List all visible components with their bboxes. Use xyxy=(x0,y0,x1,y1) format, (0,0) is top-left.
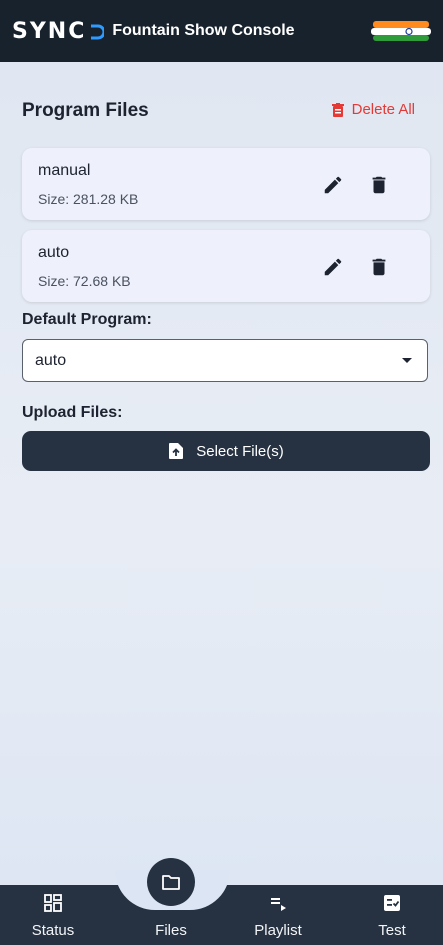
checklist-icon xyxy=(384,895,400,911)
nav-item-playlist[interactable]: Playlist xyxy=(238,885,318,945)
nav-item-test[interactable]: Test xyxy=(352,885,432,945)
app-title: Fountain Show Console xyxy=(112,22,295,39)
sync-logo-icon xyxy=(91,24,105,40)
default-program-value: auto xyxy=(35,351,67,369)
file-card-manual: manual Size: 281.28 KB xyxy=(22,148,430,220)
file-name: manual xyxy=(38,162,91,179)
file-card-auto: auto Size: 72.68 KB xyxy=(22,230,430,302)
default-program-label: Default Program: xyxy=(22,311,152,328)
default-program-select[interactable]: auto xyxy=(22,339,428,382)
upload-files-label: Upload Files: xyxy=(22,404,123,421)
india-flag-icon xyxy=(371,21,431,41)
file-size: Size: 281.28 KB xyxy=(38,191,139,207)
edit-icon[interactable] xyxy=(322,256,344,278)
nav-label-playlist: Playlist xyxy=(254,922,302,939)
nav-label-files: Files xyxy=(155,922,187,939)
upload-file-icon xyxy=(169,443,184,459)
nav-label-status: Status xyxy=(31,922,75,939)
dashboard-icon xyxy=(44,894,62,912)
delete-all-button[interactable]: Delete All xyxy=(331,101,415,118)
nav-item-files[interactable] xyxy=(147,858,195,906)
logo-text: SYNC xyxy=(12,18,87,44)
select-files-label: Select File(s) xyxy=(196,442,284,460)
program-files-title: Program Files xyxy=(22,100,149,121)
playlist-icon xyxy=(271,898,286,911)
app-logo: SYNC xyxy=(12,18,105,44)
delete-icon[interactable] xyxy=(368,256,390,278)
nav-label-test: Test xyxy=(378,922,406,939)
app-header: SYNC Fountain Show Console xyxy=(0,0,443,62)
edit-icon[interactable] xyxy=(322,174,344,196)
delete-sweep-icon xyxy=(331,102,344,117)
delete-icon[interactable] xyxy=(368,174,390,196)
nav-item-status[interactable]: Status xyxy=(13,885,93,945)
select-files-button[interactable]: Select File(s) xyxy=(22,431,430,471)
delete-all-label: Delete All xyxy=(351,101,415,118)
file-size: Size: 72.68 KB xyxy=(38,273,131,289)
dropdown-arrow-icon xyxy=(402,358,412,363)
folder-icon xyxy=(162,874,180,890)
file-name: auto xyxy=(38,244,70,261)
